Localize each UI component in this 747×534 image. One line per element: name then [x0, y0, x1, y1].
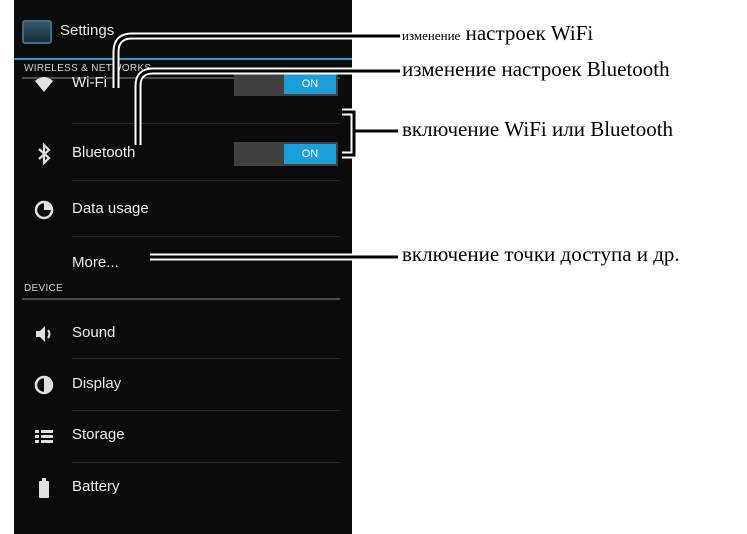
- bluetooth-label: Bluetooth: [72, 144, 136, 161]
- list-divider: [72, 180, 340, 181]
- wifi-toggle[interactable]: ON: [234, 72, 338, 96]
- settings-app-icon[interactable]: [22, 20, 52, 44]
- annotation-bluetooth-settings: изменение настроек Bluetooth: [402, 57, 670, 81]
- settings-item-storage[interactable]: Storage: [14, 410, 352, 462]
- settings-item-data-usage[interactable]: Data usage: [14, 184, 352, 236]
- list-divider: [72, 123, 340, 124]
- section-divider: [22, 298, 340, 300]
- brightness-icon: [32, 373, 56, 397]
- bluetooth-toggle[interactable]: ON: [234, 142, 338, 166]
- settings-item-more[interactable]: More...: [14, 238, 352, 290]
- bluetooth-toggle-state: ON: [284, 144, 336, 164]
- wifi-label: Wi-Fi: [72, 74, 107, 91]
- section-header-device: DEVICE: [24, 283, 64, 294]
- storage-label: Storage: [72, 426, 125, 443]
- sound-label: Sound: [72, 324, 116, 341]
- list-divider: [72, 236, 340, 237]
- speaker-icon: [32, 322, 56, 346]
- wifi-toggle-state: ON: [284, 74, 336, 94]
- annotation-wifi-settings-lead: изменение: [402, 28, 461, 43]
- data-usage-icon: [32, 198, 56, 222]
- annotation-wifi-settings-rest: настроек WiFi: [460, 21, 594, 45]
- settings-item-battery[interactable]: Battery: [14, 462, 352, 514]
- storage-icon: [32, 424, 56, 448]
- action-bar: Settings: [14, 0, 352, 60]
- battery-icon: [32, 476, 56, 500]
- annotation-more-hotspot: включение точки доступа и др.: [402, 242, 680, 266]
- settings-screen: Settings WIRELESS & NETWORKS Wi-Fi ON Bl…: [14, 0, 352, 534]
- settings-item-sound[interactable]: Sound: [14, 308, 352, 360]
- settings-item-wifi[interactable]: Wi-Fi ON: [14, 58, 352, 110]
- data-usage-label: Data usage: [72, 200, 149, 217]
- bluetooth-icon: [32, 142, 56, 166]
- page-title: Settings: [60, 22, 115, 39]
- wifi-icon: [32, 72, 56, 96]
- battery-label: Battery: [72, 478, 120, 495]
- settings-item-bluetooth[interactable]: Bluetooth ON: [14, 128, 352, 180]
- annotation-wifi-settings: изменение настроек WiFi: [402, 21, 593, 46]
- settings-item-display[interactable]: Display: [14, 359, 352, 411]
- annotation-toggle-enable: включение WiFi или Bluetooth: [402, 117, 674, 141]
- more-label: More...: [72, 254, 119, 271]
- display-label: Display: [72, 375, 122, 392]
